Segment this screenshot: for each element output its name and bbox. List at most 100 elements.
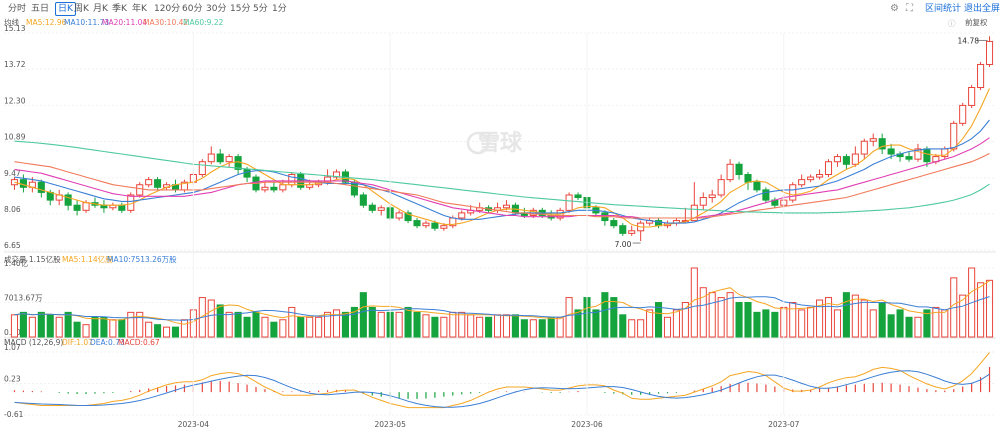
volume-bar xyxy=(359,292,367,338)
volume-bar xyxy=(431,316,439,338)
volume-bar xyxy=(82,324,90,338)
volume-bar xyxy=(771,311,779,338)
candle-body xyxy=(458,212,466,219)
candle-body xyxy=(833,156,841,163)
volume-bar xyxy=(73,321,81,338)
volume-bar xyxy=(91,316,99,338)
candle-body xyxy=(73,204,81,211)
volume-bar xyxy=(28,316,36,338)
volume-bar xyxy=(171,326,180,338)
candle-body xyxy=(985,40,994,65)
volume-bar xyxy=(341,311,349,338)
volume-bar xyxy=(55,316,63,338)
stock-chart[interactable]: 雪球15.1313.7212.3010.899.478.066.6514.787… xyxy=(0,0,1000,437)
candle-body xyxy=(574,194,582,199)
volume-bar xyxy=(744,302,752,338)
candle-body xyxy=(10,179,19,186)
macd-tick-label: 0.23 xyxy=(4,375,21,384)
candle-body xyxy=(851,153,859,165)
candle-body xyxy=(824,161,833,176)
macd-tick-label: -0.61 xyxy=(4,410,24,419)
volume-bar xyxy=(10,314,19,338)
dif-line xyxy=(14,352,990,409)
volume-bar xyxy=(520,319,528,338)
volume-bar xyxy=(377,311,385,338)
volume-tick-label: 1.40亿 xyxy=(4,258,29,268)
volume-bar xyxy=(422,314,430,338)
candle-body xyxy=(968,87,976,106)
price-tick-label: 6.65 xyxy=(4,241,21,250)
candle-body xyxy=(207,153,215,163)
candle-body xyxy=(225,156,233,163)
volume-bar xyxy=(851,294,859,338)
volume-bar xyxy=(413,311,421,338)
volume-bar xyxy=(46,314,54,338)
candle-body xyxy=(118,204,126,211)
candle-body xyxy=(270,186,278,191)
volume-bar xyxy=(502,314,511,338)
candle-body xyxy=(753,181,761,191)
candle-body xyxy=(198,161,206,176)
candle-body xyxy=(82,202,90,211)
volume-bar xyxy=(699,287,707,338)
volume-bar xyxy=(270,321,278,338)
volume-bar xyxy=(395,311,403,338)
volume-bar xyxy=(914,316,922,338)
candle-body xyxy=(869,138,877,142)
volume-bar xyxy=(19,311,27,338)
candle-body xyxy=(717,179,725,196)
volume-bar xyxy=(985,279,994,338)
volume-bar xyxy=(547,316,555,338)
volume-bar xyxy=(306,316,314,338)
volume-bar xyxy=(878,302,886,338)
volume-bar xyxy=(458,311,466,338)
high-marker-label: 14.78 xyxy=(958,36,980,45)
volume-bar xyxy=(869,309,877,338)
candle-body xyxy=(359,194,367,206)
volume-bar xyxy=(511,314,519,338)
candle-body xyxy=(619,225,627,234)
volume-bar xyxy=(556,316,564,338)
x-tick-label: 2023-06 xyxy=(571,420,603,429)
candle-body xyxy=(860,140,868,155)
candle-body xyxy=(699,197,707,206)
volume-bar xyxy=(708,292,716,338)
volume-bar xyxy=(100,316,108,338)
volume-bar xyxy=(234,311,242,338)
candle-body xyxy=(959,104,967,124)
volume-bar xyxy=(833,309,841,338)
volume-bar xyxy=(449,311,457,338)
candle-body xyxy=(368,204,376,211)
candle-body xyxy=(807,176,815,181)
candle-body xyxy=(628,230,636,234)
macd-tick-label: 1.07 xyxy=(4,343,21,352)
candle-body xyxy=(744,174,752,183)
candle-body xyxy=(726,163,734,181)
volume-bar xyxy=(207,299,215,338)
x-tick-label: 2023-04 xyxy=(178,420,210,429)
volume-bar xyxy=(619,314,627,338)
volume-bar xyxy=(529,319,537,338)
volume-bar xyxy=(610,297,618,338)
volume-bar xyxy=(646,309,654,338)
volume-bar xyxy=(64,311,72,338)
candle-body xyxy=(19,179,27,188)
volume-bar xyxy=(485,316,493,338)
volume-bar xyxy=(789,302,797,338)
volume-bar xyxy=(601,292,609,338)
candle-body xyxy=(279,184,287,191)
volume-bar xyxy=(493,314,502,338)
candle-body xyxy=(154,179,162,188)
volume-bar xyxy=(163,326,171,338)
candle-body xyxy=(950,122,958,150)
volume-bar xyxy=(216,304,224,338)
volume-bar xyxy=(637,319,645,338)
volume-bar xyxy=(225,311,233,338)
price-tick-label: 15.13 xyxy=(4,24,26,33)
volume-bar xyxy=(887,314,895,338)
volume-bar xyxy=(252,311,260,338)
price-tick-label: 13.72 xyxy=(4,60,26,69)
candle-body xyxy=(440,225,448,229)
candle-body xyxy=(887,148,895,155)
volume-bar xyxy=(297,316,305,338)
